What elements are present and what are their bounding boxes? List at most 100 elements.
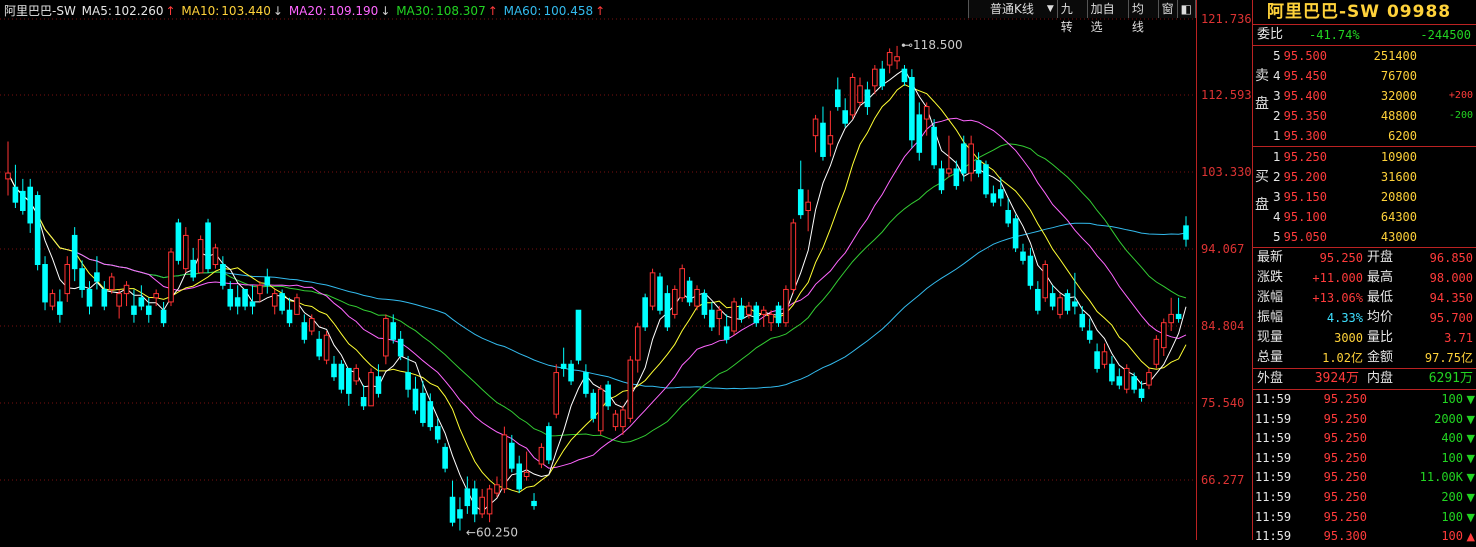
candle bbox=[546, 426, 552, 461]
y-tick-label: 66.277 bbox=[1201, 473, 1245, 487]
candle bbox=[664, 293, 671, 328]
buy-level-row: 2 95.200 31600 bbox=[1253, 167, 1476, 187]
candle bbox=[1138, 388, 1145, 399]
weibi-label: 委比 bbox=[1257, 27, 1284, 42]
tick-volume: 2000 bbox=[1434, 411, 1463, 426]
candle bbox=[116, 293, 122, 307]
ma10-label: MA10: bbox=[181, 4, 220, 18]
kline-chart[interactable]: ⊷118.500 ←60.250 bbox=[0, 0, 1196, 540]
stat-value: 97.75亿 bbox=[1424, 351, 1473, 365]
kline-type-select[interactable]: 普通K线 ▼ bbox=[969, 0, 1058, 18]
candle bbox=[264, 276, 271, 286]
candle bbox=[449, 496, 456, 523]
candle bbox=[71, 234, 78, 270]
stat-value: +11.000 bbox=[1312, 271, 1363, 285]
candle bbox=[442, 446, 448, 469]
candle bbox=[501, 434, 508, 490]
candle bbox=[257, 284, 263, 295]
ma20-label: MA20: bbox=[288, 4, 327, 18]
stat-value: +13.06% bbox=[1312, 291, 1363, 305]
sell-volume: 48800 bbox=[1380, 109, 1417, 123]
candle bbox=[953, 168, 960, 187]
chart-toolbar: 普通K线 ▼ 九转 加自选 均线 窗 ◧ bbox=[968, 0, 1196, 34]
kline-chart-area[interactable]: ⊷118.500 ←60.250 阿里巴巴-SW MA5: 102.260 ↑ MA1… bbox=[0, 0, 1196, 540]
ma5-arrow-icon: ↑ bbox=[165, 4, 176, 18]
stat-label: 总量 bbox=[1257, 350, 1284, 365]
sell-level-row: 3 95.400 32000 +200 bbox=[1253, 86, 1476, 106]
candle bbox=[175, 222, 182, 261]
candle bbox=[457, 509, 463, 519]
candle bbox=[805, 201, 811, 211]
candle bbox=[108, 276, 115, 290]
candle bbox=[227, 288, 234, 307]
candle bbox=[331, 363, 337, 378]
tick-row: 11:59 95.250 100 ▼ bbox=[1253, 390, 1476, 410]
candle bbox=[57, 301, 63, 315]
inner-value: 6291万 bbox=[1428, 371, 1473, 386]
buy-level: 2 bbox=[1273, 170, 1281, 184]
candle bbox=[909, 76, 915, 141]
candle bbox=[901, 68, 908, 83]
tick-row: 11:59 95.250 2000 ▼ bbox=[1253, 410, 1476, 430]
candle bbox=[849, 76, 856, 116]
y-tick-label: 84.804 bbox=[1201, 318, 1245, 333]
stat-label: 最新 bbox=[1257, 250, 1284, 265]
ma5-line bbox=[7, 68, 1187, 513]
candle bbox=[738, 305, 745, 320]
candle bbox=[1086, 330, 1093, 340]
buy-volume: 43000 bbox=[1380, 230, 1417, 244]
window-button[interactable]: 窗 bbox=[1158, 0, 1178, 18]
candle bbox=[12, 186, 19, 203]
stat-row: 涨跌 +11.000 最高 98.000 bbox=[1253, 268, 1476, 288]
stock-title: 阿里巴巴-SW 09988 bbox=[1253, 0, 1476, 25]
nine-turn-button[interactable]: 九转 bbox=[1057, 0, 1088, 34]
candle bbox=[509, 442, 515, 469]
buy-level-row: 5 95.050 43000 bbox=[1253, 227, 1476, 247]
weibi-pct: -41.74% bbox=[1309, 28, 1360, 42]
stat-row: 涨幅 +13.06% 最低 94.350 bbox=[1253, 288, 1476, 308]
sell-orderbook: 卖 盘 5 95.500 251400 4 95.450 76700 3 95.400 3200… bbox=[1253, 46, 1476, 147]
candle bbox=[353, 367, 360, 382]
candle bbox=[1027, 255, 1034, 286]
candle bbox=[279, 293, 285, 311]
tick-time: 11:59 bbox=[1255, 529, 1292, 544]
stat-row: 最新 95.250 开盘 96.850 bbox=[1253, 248, 1476, 268]
candle bbox=[242, 288, 248, 307]
sell-volume: 251400 bbox=[1373, 49, 1417, 63]
candle bbox=[709, 309, 715, 328]
sell-price: 95.450 bbox=[1283, 69, 1327, 83]
candle bbox=[1064, 293, 1071, 311]
stock-name: 阿里巴巴-SW bbox=[4, 4, 76, 18]
stat-label: 涨幅 bbox=[1257, 290, 1284, 305]
candle bbox=[131, 305, 137, 315]
candle bbox=[723, 326, 730, 340]
tick-list[interactable]: 11:59 95.250 100 ▼ 11:59 95.250 2000 ▼ 11:59 95.2… bbox=[1253, 390, 1476, 547]
sell-level-row: 4 95.450 76700 bbox=[1253, 66, 1476, 86]
stat-label: 金额 bbox=[1367, 350, 1394, 365]
candle bbox=[1160, 322, 1167, 349]
sell-level: 4 bbox=[1273, 69, 1281, 83]
buy-price: 95.200 bbox=[1283, 170, 1327, 184]
stat-label: 均价 bbox=[1367, 310, 1394, 325]
candle bbox=[886, 52, 893, 66]
buy-level-row: 3 95.150 20800 bbox=[1253, 187, 1476, 207]
stat-value: 3000 bbox=[1334, 331, 1363, 345]
candle bbox=[612, 413, 619, 428]
buy-volume: 20800 bbox=[1380, 190, 1417, 204]
candle bbox=[397, 338, 404, 357]
average-line-button[interactable]: 均线 bbox=[1128, 0, 1159, 34]
candle bbox=[212, 247, 219, 266]
candle bbox=[145, 305, 152, 315]
tick-row: 11:59 95.300 100 ▲ bbox=[1253, 527, 1476, 547]
ma5-value: 102.260 bbox=[113, 4, 164, 18]
candle bbox=[960, 143, 967, 174]
tick-row: 11:59 95.250 11.00K ▼ bbox=[1253, 468, 1476, 488]
candle bbox=[753, 305, 760, 324]
stat-label: 最高 bbox=[1367, 270, 1394, 285]
ma5-label: MA5: bbox=[81, 4, 112, 18]
pin-icon[interactable]: ◧ bbox=[1177, 0, 1196, 18]
candle bbox=[797, 189, 804, 216]
candle bbox=[894, 56, 900, 62]
add-watchlist-button[interactable]: 加自选 bbox=[1087, 0, 1129, 34]
tick-volume: 100 bbox=[1441, 529, 1463, 544]
